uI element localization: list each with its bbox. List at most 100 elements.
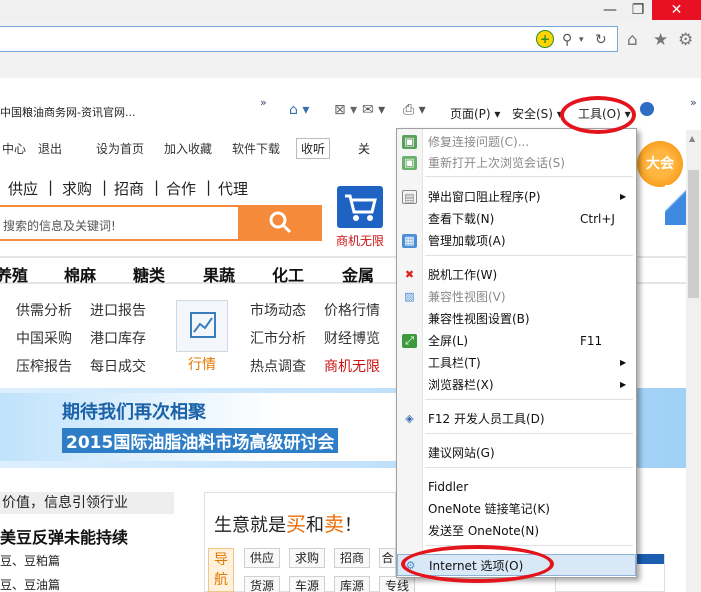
nav-item[interactable]: 养殖 (0, 262, 28, 286)
deal-tag[interactable]: 招商 (334, 548, 370, 568)
menu-item-work-offline[interactable]: ✖ 脱机工作(W) (397, 264, 636, 286)
menu-item-fiddler[interactable]: Fiddler (397, 476, 636, 498)
link-add-fav[interactable]: 加入收藏 (164, 140, 212, 157)
safety-menu-button[interactable]: 安全(S) ▾ (512, 105, 563, 122)
address-bar[interactable]: + ⚲ ▾ ↻ (0, 26, 618, 52)
side-nav-tab[interactable]: 导航 (208, 548, 234, 592)
menu-item-compat-view[interactable]: ▧ 兼容性视图(V) (397, 286, 636, 308)
print-menu-button[interactable]: ⎙ ▾ (403, 102, 426, 118)
nav-item[interactable]: 金属 (342, 262, 374, 286)
nav-item[interactable]: 棉麻 (64, 262, 96, 286)
scroll-thumb[interactable] (688, 170, 699, 298)
menu-item-fix-connection[interactable]: ▣ 修复连接问题(C)... (397, 131, 636, 153)
banner-heading: 期待我们再次相聚 (62, 402, 206, 423)
gear-icon[interactable]: ⚙ (678, 30, 693, 50)
cat-agent[interactable]: 代理 (218, 178, 248, 199)
cat-cooperate[interactable]: 合作 (166, 178, 196, 199)
cat-invest[interactable]: 招商 (114, 178, 144, 199)
menu-item-manage-addons[interactable]: ▦ 管理加载项(A) (397, 230, 636, 252)
feeds-menu-button[interactable]: ⊠ ▾ (334, 102, 357, 118)
deal-tag[interactable]: 合 (379, 548, 396, 568)
favorites-icon[interactable]: ★ (653, 30, 668, 50)
business-label[interactable]: 商机无限 (336, 232, 384, 249)
mail-menu-button[interactable]: ✉ ▾ (362, 102, 385, 118)
tab-overflow-chevron[interactable]: » (260, 96, 267, 109)
biz-link[interactable]: 价格行情 (324, 300, 380, 320)
ribbon-decoration (665, 185, 686, 225)
nav-item[interactable]: 糖类 (133, 262, 165, 286)
cat-separator: | (154, 178, 160, 196)
page-menu-button[interactable]: 页面(P) ▾ (450, 105, 500, 122)
close-button[interactable]: ✕ (652, 0, 701, 20)
menu-item-dev-tools[interactable]: ◈ F12 开发人员工具(D) (397, 408, 636, 430)
market-label[interactable]: 行情 (188, 354, 216, 374)
chart-icon[interactable] (176, 300, 228, 352)
biz-link[interactable]: 每日成交 (90, 356, 146, 376)
tools-menu: ▣ 修复连接问题(C)... ▣ 重新打开上次浏览会话(S) ▤ 弹出窗口阻止程… (396, 128, 637, 578)
biz-link[interactable]: 热点调查 (250, 356, 306, 376)
help-icon[interactable] (640, 102, 654, 116)
banner-subheading: 2015国际油脂油料市场高级研讨会 (62, 428, 339, 453)
menu-item-compat-settings[interactable]: 兼容性视图设置(B) (397, 308, 636, 330)
link-center[interactable]: 中心 (2, 140, 26, 157)
biz-link[interactable]: 进口报告 (90, 300, 146, 320)
menu-item-explorer-bars[interactable]: 浏览器栏(X) ▶ (397, 374, 636, 396)
home-icon[interactable]: ⌂ (627, 30, 638, 50)
deal-tag[interactable]: 专线 (379, 576, 415, 592)
command-overflow-chevron[interactable]: » (690, 96, 697, 109)
deal-tag[interactable]: 车源 (289, 576, 325, 592)
menu-item-view-downloads[interactable]: 查看下载(N) Ctrl+J (397, 208, 636, 230)
nav-item[interactable]: 果蔬 (203, 262, 235, 286)
deal-tag[interactable]: 库源 (334, 576, 370, 592)
deal-sell: 卖 (324, 512, 344, 536)
menu-item-onenote-linked[interactable]: OneNote 链接笔记(K) (397, 498, 636, 520)
cat-separator: | (102, 178, 108, 196)
submenu-arrow-icon: ▶ (620, 358, 627, 367)
nav-item[interactable]: 化工 (272, 262, 304, 286)
menu-item-label: Fiddler (428, 480, 469, 494)
cat-supply[interactable]: 供应 (8, 178, 38, 199)
deal-tag[interactable]: 求购 (289, 548, 325, 568)
scroll-up-icon[interactable]: ▲ (689, 134, 695, 143)
menu-item-reopen-session[interactable]: ▣ 重新打开上次浏览会话(S) (397, 152, 636, 174)
site-search-input[interactable]: 搜索的信息及关键词! (0, 205, 240, 241)
site-search-button[interactable] (240, 205, 322, 241)
minimize-button[interactable]: — (596, 0, 624, 20)
menu-item-label: 脱机工作(W) (428, 268, 498, 282)
deal-tag[interactable]: 货源 (244, 576, 280, 592)
biz-link[interactable]: 港口库存 (90, 328, 146, 348)
menu-item-popup-blocker[interactable]: ▤ 弹出窗口阻止程序(P) ▶ (397, 186, 636, 208)
biz-link[interactable]: 压榨报告 (16, 356, 72, 376)
news-item[interactable]: 豆、豆油篇 (0, 576, 60, 592)
menu-item-fullscreen[interactable]: ⤢ 全屏(L) F11 (397, 330, 636, 352)
vertical-scrollbar[interactable]: ▲ (686, 130, 701, 592)
biz-link[interactable]: 财经博览 (324, 328, 380, 348)
compat-view-icon[interactable]: + (536, 30, 554, 48)
news-headline[interactable]: 美豆反弹未能持续 (0, 524, 128, 548)
menu-separator (425, 255, 633, 256)
refresh-icon[interactable]: ↻ (595, 32, 607, 48)
link-set-home[interactable]: 设为首页 (96, 140, 144, 157)
tab-current[interactable]: 中国粮油商务网-资讯官网... (0, 104, 135, 120)
biz-link[interactable]: 供需分析 (16, 300, 72, 320)
conference-badge[interactable]: 大会 (637, 141, 683, 187)
chevron-down-icon[interactable]: ▾ (579, 35, 584, 45)
cat-buy[interactable]: 求购 (62, 178, 92, 199)
link-download[interactable]: 软件下载 (232, 140, 280, 157)
link-logout[interactable]: 退出 (38, 140, 62, 157)
biz-link[interactable]: 市场动态 (250, 300, 306, 320)
news-item[interactable]: 豆、豆粕篇 (0, 552, 60, 569)
menu-item-toolbars[interactable]: 工具栏(T) ▶ (397, 352, 636, 374)
weibo-follow[interactable]: 关 (358, 140, 370, 157)
search-icon[interactable]: ⚲ (562, 32, 572, 48)
home-menu-button[interactable]: ⌂ ▾ (289, 102, 309, 118)
biz-link[interactable]: 汇市分析 (250, 328, 306, 348)
maximize-button[interactable]: ❐ (624, 0, 652, 20)
cart-icon[interactable] (337, 186, 383, 228)
biz-link[interactable]: 商机无限 (324, 356, 380, 376)
deal-tag[interactable]: 供应 (244, 548, 280, 568)
menu-item-suggested-sites[interactable]: 建议网站(G) (397, 442, 636, 464)
menu-item-send-onenote[interactable]: 发送至 OneNote(N) (397, 520, 636, 542)
biz-link[interactable]: 中国采购 (16, 328, 72, 348)
listen-button[interactable]: 收听 (296, 138, 331, 159)
